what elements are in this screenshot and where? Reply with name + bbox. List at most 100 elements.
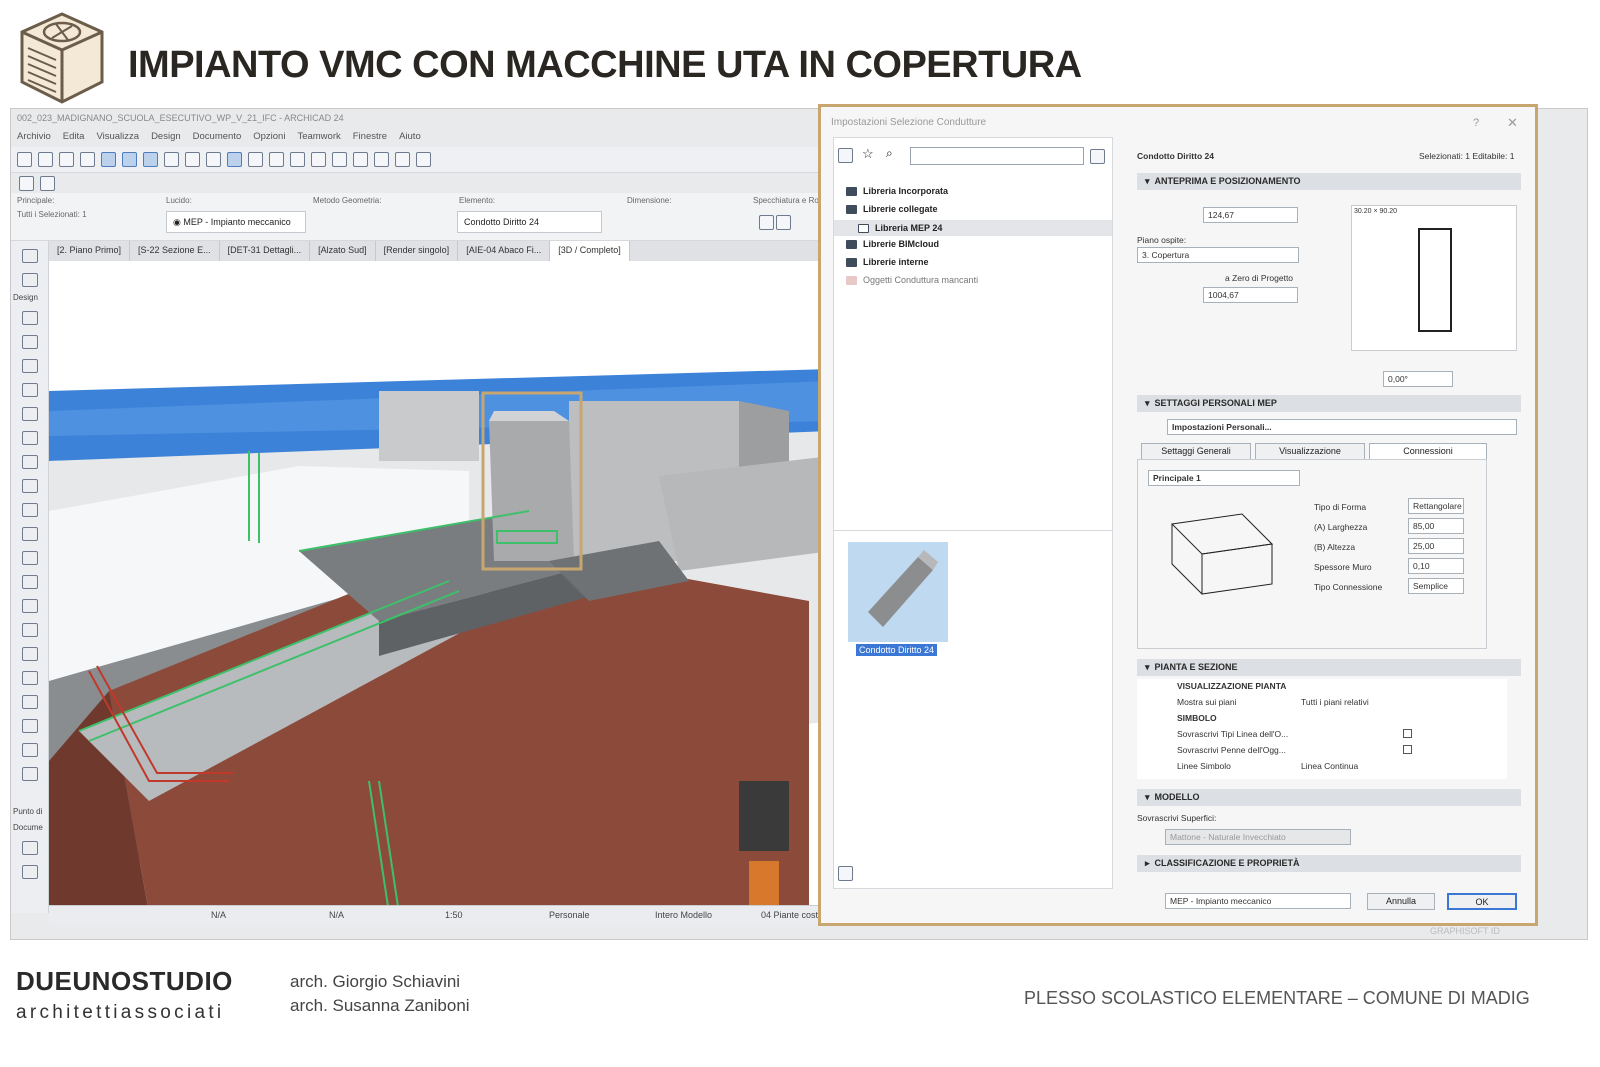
stair-tool-icon[interactable]	[22, 455, 38, 469]
menu-opzioni[interactable]: Opzioni	[253, 131, 285, 145]
roof-tool-icon[interactable]	[22, 407, 38, 421]
wall-tool-icon[interactable]	[22, 311, 38, 325]
library-item-collegate[interactable]: Librerie collegate	[846, 204, 938, 214]
favorites-star-icon[interactable]: ☆	[862, 146, 874, 162]
dimension-style-selector[interactable]: 04 Piante costru	[761, 910, 826, 920]
tab-abaco[interactable]: [AIE-04 Abaco Fi...	[458, 241, 551, 261]
pick-up-icon[interactable]	[59, 152, 74, 167]
elevation-icon[interactable]	[290, 152, 305, 167]
menu-finestre[interactable]: Finestre	[353, 131, 387, 145]
shell-tool-icon[interactable]	[22, 431, 38, 445]
menu-edita[interactable]: Edita	[63, 131, 85, 145]
layer-dropdown[interactable]: MEP - Impianto meccanico	[1165, 893, 1351, 909]
snap-icon[interactable]	[101, 152, 116, 167]
library-item-incorporata[interactable]: Libreria Incorporata	[846, 186, 948, 196]
lock-icon[interactable]	[185, 152, 200, 167]
guide-icon[interactable]	[122, 152, 137, 167]
width-input[interactable]: 85,00	[1408, 518, 1464, 534]
plan-row-value[interactable]: Linea Continua	[1301, 761, 1358, 771]
menu-design[interactable]: Design	[151, 131, 181, 145]
curtain-wall-tool-icon[interactable]	[22, 503, 38, 517]
status-na-1[interactable]: N/A	[211, 910, 226, 920]
connection-selector[interactable]: Principale 1	[1148, 470, 1300, 486]
marquee-tool-icon[interactable]	[22, 273, 38, 287]
section-preview-positioning[interactable]: ▾ ANTEPRIMA E POSIZIONAMENTO	[1137, 173, 1521, 190]
model-view-selector[interactable]: Intero Modello	[655, 910, 712, 920]
tab-dettagli[interactable]: [DET-31 Dettagli...	[220, 241, 311, 261]
library-view-icon[interactable]	[838, 148, 853, 163]
duct-tool-icon[interactable]	[22, 719, 38, 733]
tab-settaggi-generali[interactable]: Settaggi Generali	[1141, 443, 1251, 460]
project-zero-input[interactable]: 1004,67	[1203, 287, 1298, 303]
send-receive-icon[interactable]	[40, 175, 55, 191]
layer-selector[interactable]: ◉ MEP - Impianto meccanico	[166, 211, 306, 233]
object-tool-icon[interactable]	[22, 599, 38, 613]
interior-icon[interactable]	[374, 152, 389, 167]
tab-sezione[interactable]: [S-22 Sezione E...	[130, 241, 220, 261]
connection-type-input[interactable]: Semplice	[1408, 578, 1464, 594]
grid-icon[interactable]	[143, 152, 158, 167]
menu-documento[interactable]: Documento	[193, 131, 242, 145]
library-item-bimcloud[interactable]: Librerie BIMcloud	[846, 239, 939, 249]
arrow-tool-icon[interactable]	[22, 249, 38, 263]
close-icon[interactable]: ✕	[1507, 115, 1518, 131]
library-item-missing[interactable]: Oggetti Conduttura mancanti	[846, 275, 978, 285]
render-icon[interactable]	[395, 152, 410, 167]
section-mep-settings[interactable]: ▾ SETTAGGI PERSONALI MEP	[1137, 395, 1521, 412]
tab-piano-primo[interactable]: [2. Piano Primo]	[49, 241, 131, 261]
element-selector[interactable]: Condotto Diritto 24	[457, 211, 602, 233]
railing-tool-icon[interactable]	[22, 479, 38, 493]
library-item-mep24[interactable]: Libreria MEP 24	[834, 220, 1112, 236]
section-model[interactable]: ▾ MODELLO	[1137, 789, 1521, 806]
tab-alzato-sud[interactable]: [Alzato Sud]	[310, 241, 376, 261]
search-icon[interactable]: ⌕	[886, 146, 893, 161]
slab-tool-icon[interactable]	[22, 383, 38, 397]
section-classification[interactable]: ▸ CLASSIFICAZIONE E PROPRIETÀ	[1137, 855, 1521, 872]
elevation-input[interactable]: 124,67	[1203, 207, 1298, 223]
pipe-tool-icon[interactable]	[22, 743, 38, 757]
plan-row-value[interactable]: Tutti i piani relativi	[1301, 697, 1369, 707]
ok-button[interactable]: OK	[1447, 893, 1517, 910]
status-na-2[interactable]: N/A	[329, 910, 344, 920]
shape-type-input[interactable]: Rettangolare	[1408, 498, 1464, 514]
tab-render[interactable]: [Render singolo]	[376, 241, 459, 261]
section-icon[interactable]	[269, 152, 284, 167]
override-pens-checkbox[interactable]	[1403, 745, 1412, 754]
teamwork-icon[interactable]	[19, 175, 34, 191]
tab-visualizzazione[interactable]: Visualizzazione	[1255, 443, 1365, 460]
wall-thickness-input[interactable]: 0,10	[1408, 558, 1464, 574]
search-input[interactable]	[910, 147, 1084, 165]
layer-icon[interactable]	[164, 152, 179, 167]
angle-input[interactable]: 0,00°	[1383, 371, 1453, 387]
layout-icon[interactable]	[416, 152, 431, 167]
menu-archivio[interactable]: Archivio	[17, 131, 51, 145]
dimension-tool-icon[interactable]	[22, 841, 38, 855]
beam-tool-icon[interactable]	[22, 359, 38, 373]
redo-icon[interactable]	[38, 152, 53, 167]
menu-aiuto[interactable]: Aiuto	[399, 131, 421, 145]
level-tool-icon[interactable]	[22, 865, 38, 879]
menu-visualizza[interactable]: Visualizza	[96, 131, 139, 145]
mirror-icon[interactable]	[759, 215, 774, 230]
pen-set-selector[interactable]: Personale	[549, 910, 590, 920]
library-manager-icon[interactable]	[838, 866, 853, 881]
morph-tool-icon[interactable]	[22, 671, 38, 685]
graphisoft-id-link[interactable]: GRAPHISOFT ID	[1430, 926, 1500, 936]
tab-3d-completo[interactable]: [3D / Completo]	[550, 241, 630, 261]
undo-icon[interactable]	[17, 152, 32, 167]
host-story-select[interactable]: 3. Copertura	[1137, 247, 1299, 263]
inject-icon[interactable]	[80, 152, 95, 167]
override-linetypes-checkbox[interactable]	[1403, 729, 1412, 738]
mesh-tool-icon[interactable]	[22, 647, 38, 661]
height-input[interactable]: 25,00	[1408, 538, 1464, 554]
duct-preview-thumbnail[interactable]	[848, 542, 948, 642]
detail-icon[interactable]	[311, 152, 326, 167]
cable-tool-icon[interactable]	[22, 767, 38, 781]
gear-icon[interactable]	[1090, 149, 1105, 164]
section-plan-section[interactable]: ▾ PIANTA E SEZIONE	[1137, 659, 1521, 676]
column-tool-icon[interactable]	[22, 335, 38, 349]
zoom-icon[interactable]	[248, 152, 263, 167]
scale-selector[interactable]: 1:50	[445, 910, 463, 920]
rotate-icon[interactable]	[776, 215, 791, 230]
door-tool-icon[interactable]	[22, 527, 38, 541]
